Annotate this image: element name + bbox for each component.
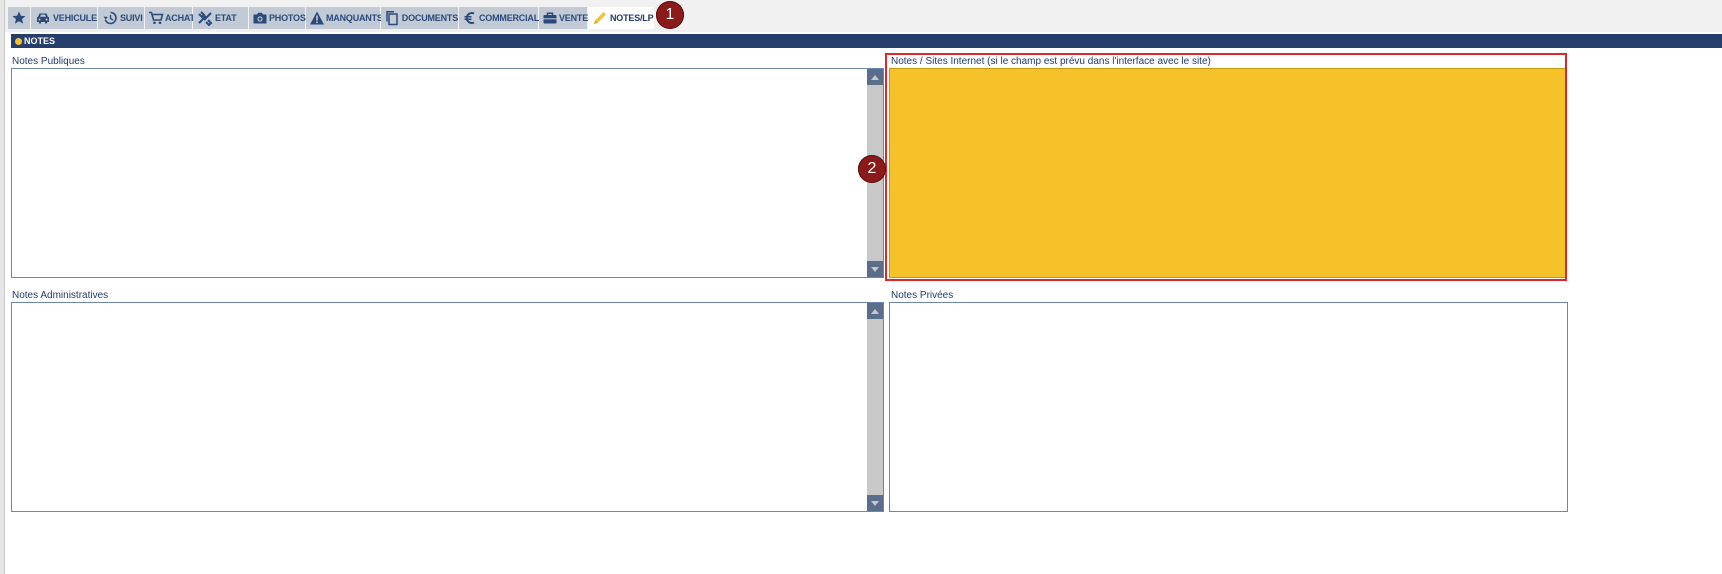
tab-vente[interactable]: VENTE — [539, 7, 589, 29]
tab-label: ACHAT — [165, 13, 195, 23]
warning-icon — [309, 9, 325, 27]
tab-vehicule[interactable]: VEHICULE — [31, 7, 97, 29]
tab-commercial[interactable]: COMMERCIAL — [459, 7, 539, 29]
scroll-up-arrow-icon[interactable] — [867, 303, 883, 319]
notes-administratives-label: Notes Administratives — [12, 290, 109, 301]
notes-privees-textarea[interactable] — [889, 302, 1568, 512]
tab-photos[interactable]: PHOTOS — [249, 7, 306, 29]
star-icon — [10, 9, 28, 27]
notes-publiques-textarea[interactable] — [11, 68, 884, 278]
yellow-dot-icon — [15, 37, 22, 45]
notes-privees-label: Notes Privées — [891, 290, 954, 301]
highlight-frame — [885, 53, 1567, 281]
window-frame — [0, 0, 5, 574]
briefcase-icon — [542, 9, 558, 27]
tab-label: MANQUANTS — [326, 13, 383, 23]
section-header-notes: NOTES — [11, 34, 1722, 48]
tab-documents[interactable]: DOCUMENTS — [381, 7, 458, 29]
tab-label: DOCUMENTS — [401, 13, 458, 23]
tools-icon — [196, 9, 214, 27]
car-icon — [34, 9, 52, 27]
scroll-up-arrow-icon[interactable] — [867, 69, 883, 85]
step-badge-1: 1 — [656, 1, 684, 29]
history-icon — [101, 9, 119, 27]
cart-icon — [148, 9, 164, 27]
scrollbar[interactable] — [867, 303, 883, 511]
tab-label: VENTE — [559, 13, 589, 23]
notes-administratives-textarea[interactable] — [11, 302, 884, 512]
tab-label: VEHICULE — [53, 13, 97, 23]
camera-icon — [252, 9, 268, 27]
tab-manquants[interactable]: MANQUANTS — [306, 7, 383, 29]
documents-icon — [384, 9, 401, 27]
pencil-icon — [591, 9, 609, 27]
scroll-down-arrow-icon[interactable] — [867, 495, 883, 511]
scroll-down-arrow-icon[interactable] — [867, 261, 883, 277]
euro-icon — [462, 9, 478, 27]
section-title: NOTES — [24, 36, 56, 46]
tab-achat[interactable]: ACHAT — [145, 7, 195, 29]
step-badge-2: 2 — [858, 155, 886, 183]
tab-label: ETAT — [215, 13, 237, 23]
tab-suivi[interactable]: SUIVI — [98, 7, 144, 29]
tab-label: SUIVI — [120, 13, 143, 23]
tab-notes-lp[interactable]: NOTES/LP — [588, 7, 654, 29]
tab-label: COMMERCIAL — [479, 13, 539, 23]
notes-publiques-label: Notes Publiques — [12, 56, 85, 67]
tab-etat[interactable]: ETAT — [193, 7, 248, 29]
tab-favorites[interactable] — [8, 7, 30, 29]
tab-label: NOTES/LP — [610, 13, 654, 23]
tab-bar: VEHICULE SUIVI ACHAT ETAT PHOTOS MANQUAN… — [5, 0, 1722, 32]
tab-label: PHOTOS — [269, 13, 306, 23]
